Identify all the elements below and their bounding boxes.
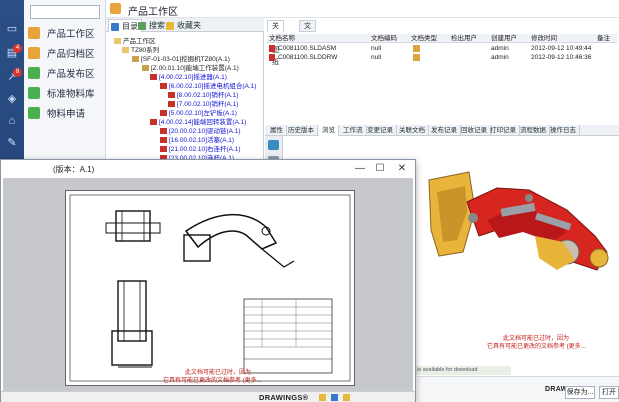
viewer-tool-icon[interactable] bbox=[268, 140, 279, 150]
warning-icon[interactable] bbox=[343, 394, 350, 401]
monitor-icon[interactable]: ▭ bbox=[4, 22, 20, 36]
open-button[interactable]: 打开 bbox=[599, 386, 619, 399]
nav-item-material-request[interactable]: 物料申请 bbox=[28, 104, 104, 122]
model-3d-view[interactable]: 此文档可能已过时，因为 它具有可能已更改的文档参考 (更多... bbox=[417, 140, 619, 372]
tree-node[interactable]: 产品工作区 bbox=[114, 37, 156, 46]
detail-bottom-tabs: 属性 历史版本 浏览 工作流 变更记录 关联文档 发布记录 回收记录 打印记录 … bbox=[265, 125, 619, 136]
drawing-sheet bbox=[65, 190, 355, 386]
tab-related-docs[interactable]: 关联文档 bbox=[396, 125, 429, 136]
material-library-icon bbox=[28, 87, 40, 99]
file-type-icon bbox=[413, 54, 420, 61]
close-icon[interactable]: ✕ bbox=[393, 162, 411, 175]
nav-item-label: 产品工作区 bbox=[47, 29, 95, 40]
assembly-icon bbox=[142, 65, 149, 71]
tree-node[interactable]: [4.00.02.14]能端回转装置(A.1) bbox=[150, 118, 246, 127]
nav-item-publish[interactable]: 产品发布区 bbox=[28, 64, 104, 82]
tree-node[interactable]: [4.00.02.10]摇进器(A.1) bbox=[150, 73, 227, 82]
folder-icon bbox=[111, 23, 119, 31]
app-logo-icon bbox=[110, 3, 121, 14]
tab-favorites[interactable]: 收藏夹 bbox=[164, 19, 204, 32]
save-as-button[interactable]: 保存为... bbox=[565, 386, 595, 399]
tree-node[interactable]: [7.00.02.10]销杆(A.1) bbox=[168, 100, 238, 109]
tree-tabs: 目录 搜索 收藏夹 bbox=[106, 18, 264, 32]
outdated-note: 此文档可能已过时，因为 bbox=[503, 336, 570, 342]
part-icon bbox=[160, 110, 167, 116]
material-request-icon bbox=[28, 107, 40, 119]
assembly-icon bbox=[132, 56, 139, 62]
workspace-icon bbox=[28, 27, 40, 39]
tree-node[interactable]: [5.00.02.10]左铲板(A.1) bbox=[160, 109, 237, 118]
notification-badge: 8 bbox=[13, 68, 22, 77]
file-type-icon bbox=[413, 45, 420, 52]
tab-change-log[interactable]: 变更记录 bbox=[364, 125, 397, 136]
drawing-viewer-window: (版本：A.1) — ☐ ✕ 此文档可能已过时，因为 它具有可能已更改的文档参考… bbox=[0, 159, 416, 402]
part-icon bbox=[168, 101, 175, 107]
nav-item-label: 产品归档区 bbox=[47, 49, 95, 60]
table-row[interactable]: C0081100.SLDASM null admin 2012-09-12 10… bbox=[267, 44, 617, 53]
table-header: 文档名称 文档编码 文档类型 检出用户 创建用户 修改时间 备注 bbox=[267, 34, 617, 43]
part-icon bbox=[168, 92, 175, 98]
tab-related-drawings[interactable]: 关联图纸 bbox=[267, 20, 284, 66]
tab-browse[interactable]: 浏览 bbox=[319, 125, 339, 136]
window-title: (版本：A.1) bbox=[53, 165, 95, 174]
maximize-icon[interactable]: ☐ bbox=[371, 162, 389, 175]
nav-item-label: 标准物料库 bbox=[47, 89, 95, 100]
tree-node[interactable]: [20.00.02.10]驱动链(A.1) bbox=[160, 127, 241, 136]
top-bar: 产品工作区 bbox=[106, 0, 619, 18]
minimize-icon[interactable]: — bbox=[351, 162, 369, 175]
tab-process-data[interactable]: 流程数据 bbox=[517, 125, 550, 136]
tag-icon[interactable]: ⌂ bbox=[4, 114, 20, 128]
part-icon bbox=[160, 83, 167, 89]
markup-icon[interactable] bbox=[331, 394, 338, 401]
outdated-note: 此文档可能已过时，因为 bbox=[185, 370, 252, 376]
search-input[interactable] bbox=[30, 5, 100, 19]
page-title: 产品工作区 bbox=[128, 7, 178, 18]
viewer-status-bar: DRAWINGS® bbox=[1, 391, 415, 402]
drawing-canvas[interactable]: 此文档可能已过时，因为 它具有可能已更改的文档参考 (更多... bbox=[3, 178, 413, 393]
tree-node[interactable]: [Z.00.01.10]能端工作装置(A.1) bbox=[142, 64, 239, 73]
drawing-file-icon bbox=[269, 54, 275, 61]
outdated-note: 它具有可能已更改的文档参考 (更多... bbox=[163, 378, 262, 384]
tab-operation-log[interactable]: 操作日志 bbox=[547, 125, 580, 136]
star-icon bbox=[166, 22, 174, 30]
tab-workflow[interactable]: 工作流 bbox=[340, 125, 367, 136]
tab-documents[interactable]: 文档 bbox=[299, 20, 316, 42]
nav-item-archive[interactable]: 产品归档区 bbox=[28, 44, 104, 62]
assembly-file-icon bbox=[269, 45, 275, 52]
tree-node[interactable]: [8.00.02.10]销杆(A.1) bbox=[168, 91, 238, 100]
window-title-bar[interactable]: (版本：A.1) — ☐ ✕ bbox=[1, 160, 415, 178]
notification-badge: 4 bbox=[13, 44, 22, 53]
folder-icon bbox=[122, 47, 129, 53]
cube-icon[interactable]: ◈ bbox=[4, 92, 20, 106]
publish-icon bbox=[28, 67, 40, 79]
part-icon bbox=[150, 119, 157, 125]
tab-history[interactable]: 历史版本 bbox=[285, 125, 318, 136]
part-icon bbox=[150, 74, 157, 80]
outdated-note: 它具有可能已更改的文档参考 (更多... bbox=[487, 344, 586, 350]
part-icon bbox=[160, 146, 167, 152]
tree-node[interactable]: [6.00.02.10]摇进电机组合(A.1) bbox=[160, 82, 256, 91]
nav-item-material-library[interactable]: 标准物料库 bbox=[28, 84, 104, 102]
tree-node[interactable]: [SF-01-03-01]挖掘机TZ80(A.1) bbox=[132, 55, 230, 64]
nav-item-label: 产品发布区 bbox=[47, 69, 95, 80]
wrench-icon[interactable]: ✎ bbox=[4, 136, 20, 150]
engineering-drawing bbox=[69, 194, 351, 382]
tab-print-log[interactable]: 打印记录 bbox=[487, 125, 520, 136]
tree-node[interactable]: TZ80系列 bbox=[122, 46, 159, 55]
edrawings-logo: DRAWINGS® bbox=[259, 393, 309, 402]
tree-node[interactable]: [21.00.02.10]右连杆(A.1) bbox=[160, 145, 241, 154]
table-row[interactable]: C0081100.SLDDRW null admin 2012-09-12 10… bbox=[267, 53, 617, 62]
tree-node[interactable]: [16.00.02.10]活塞(A.1) bbox=[160, 136, 234, 145]
pencil-icon[interactable] bbox=[319, 394, 326, 401]
archive-icon bbox=[28, 47, 40, 59]
part-icon bbox=[160, 137, 167, 143]
tab-publish-log[interactable]: 发布记录 bbox=[428, 125, 461, 136]
folder-icon bbox=[114, 38, 121, 44]
tab-properties[interactable]: 属性 bbox=[267, 125, 287, 136]
nav-item-label: 物料申请 bbox=[47, 109, 86, 120]
search-icon bbox=[138, 22, 146, 30]
nav-item-workspace[interactable]: 产品工作区 bbox=[28, 24, 104, 42]
part-icon bbox=[160, 128, 167, 134]
